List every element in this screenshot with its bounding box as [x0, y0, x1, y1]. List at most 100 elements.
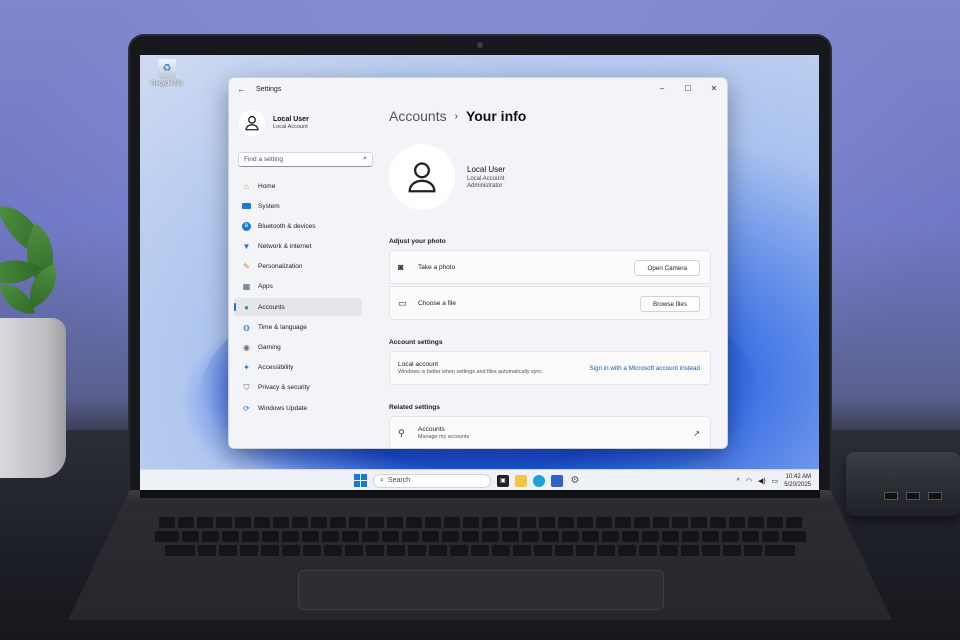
- bluetooth-icon: ʙ: [242, 221, 251, 231]
- take-photo-row: ◙ Take a photo Open Camera: [389, 250, 711, 284]
- sidebar-item-home[interactable]: ⌂ Home: [234, 177, 362, 195]
- sidebar-profile[interactable]: Local User Local Account: [229, 100, 371, 138]
- sidebar-item-accounts[interactable]: ● Accounts: [234, 298, 362, 317]
- usb-hub: [846, 452, 960, 516]
- start-button-icon[interactable]: [354, 474, 367, 487]
- settings-gear-icon[interactable]: ⚙: [569, 475, 581, 487]
- task-view-icon[interactable]: ▣: [497, 474, 509, 487]
- sidebar-item-privacy[interactable]: ⛉ Privacy & security: [234, 379, 362, 397]
- recycle-bin[interactable]: ♻ Recycle Bin: [146, 59, 188, 87]
- recycle-bin-label: Recycle Bin: [151, 81, 183, 87]
- minimize-button[interactable]: –: [649, 78, 675, 98]
- laptop-hinge: [140, 490, 820, 498]
- sidebar-item-apps[interactable]: ▦ Apps: [234, 278, 362, 296]
- sidebar-item-label: Network & internet: [258, 243, 312, 251]
- sidebar-item-system[interactable]: System: [234, 197, 362, 215]
- sidebar-user-name: Local User: [273, 116, 309, 123]
- search-icon: ⌕: [363, 155, 367, 162]
- adjust-photo-heading: Adjust your photo: [389, 238, 446, 245]
- back-arrow-icon[interactable]: ←: [237, 84, 246, 94]
- window-title: Settings: [256, 85, 282, 93]
- sidebar-item-bluetooth[interactable]: ʙ Bluetooth & devices: [234, 217, 362, 235]
- browse-files-button[interactable]: Browse files: [640, 296, 700, 312]
- sidebar-item-label: Apps: [258, 283, 273, 291]
- sidebar-item-label: Time & language: [258, 323, 307, 331]
- sidebar-item-label: Windows Update: [258, 404, 308, 412]
- brush-icon: ✎: [243, 262, 250, 272]
- sidebar-item-label: Home: [258, 182, 276, 190]
- volume-icon[interactable]: ◀): [758, 477, 766, 485]
- breadcrumb-parent[interactable]: Accounts: [389, 108, 447, 124]
- take-photo-label: Take a photo: [418, 263, 456, 271]
- taskbar-center: ⌕ Search ▣ ⚙: [354, 472, 581, 489]
- sidebar-item-label: Gaming: [258, 344, 281, 351]
- sidebar-item-accessibility[interactable]: ✦ Accessibility: [234, 359, 362, 377]
- settings-window: ← Settings – ☐ ✕ Local User Local Accoun…: [228, 77, 728, 449]
- plant-pot: [0, 318, 66, 478]
- page-title: Your info: [465, 108, 527, 124]
- choose-file-row: ▭ Choose a file Browse files: [389, 286, 711, 320]
- system-tray: ^ ◠ ◀) ▭ 10:42 AM 5/20/2025: [737, 473, 811, 489]
- wifi-tray-icon[interactable]: ◠: [746, 477, 752, 485]
- local-account-label: Local account: [398, 361, 439, 368]
- recycle-bin-icon: ♻: [158, 59, 176, 79]
- find-setting-input[interactable]: Find a setting ⌕: [238, 152, 373, 167]
- store-icon[interactable]: [551, 474, 563, 487]
- search-icon: ⌕: [380, 476, 384, 484]
- gamepad-icon: ◉: [243, 343, 250, 352]
- user-avatar-large-icon: [389, 144, 455, 210]
- find-setting-placeholder: Find a setting: [244, 156, 284, 163]
- person-icon: ⚲: [398, 427, 405, 438]
- account-icon: ●: [244, 302, 249, 312]
- taskbar-search[interactable]: ⌕ Search: [373, 473, 491, 488]
- user-avatar-icon: [239, 110, 265, 136]
- battery-icon[interactable]: ▭: [772, 477, 779, 485]
- keyboard: [130, 505, 830, 565]
- sidebar-user-type: Local Account: [273, 124, 308, 130]
- maximize-button[interactable]: ☐: [675, 78, 701, 98]
- sidebar-item-network[interactable]: ▼ Network & internet: [234, 238, 362, 256]
- clock-date: 5/20/2025: [784, 482, 811, 488]
- edge-browser-icon[interactable]: [533, 474, 545, 487]
- webcam: [477, 42, 483, 48]
- taskbar-search-label: Search: [387, 477, 411, 484]
- microsoft-signin-link[interactable]: Sign in with a Microsoft account instead: [589, 365, 700, 372]
- local-account-description: Windows is better when settings and file…: [398, 369, 543, 375]
- sidebar-item-label: Privacy & security: [258, 384, 310, 392]
- window-controls: – ☐ ✕: [649, 78, 727, 98]
- camera-icon: ◙: [398, 262, 404, 272]
- apps-icon: ▦: [242, 282, 251, 292]
- related-accounts-label: Accounts: [418, 426, 445, 433]
- chevron-up-icon[interactable]: ^: [737, 478, 740, 485]
- sidebar-item-gaming[interactable]: ◉ Gaming: [234, 339, 362, 357]
- account-settings-heading: Account settings: [389, 339, 443, 346]
- sidebar-item-label: System: [258, 202, 280, 210]
- local-account-row: Local account Windows is better when set…: [389, 351, 711, 385]
- shield-icon: ⛉: [243, 382, 250, 392]
- sidebar-item-time-language[interactable]: ◍ Time & language: [234, 318, 362, 336]
- clock-time: 10:42 AM: [785, 474, 811, 480]
- globe-icon: ◍: [243, 322, 250, 332]
- desktop-screen: ♻ Recycle Bin ← Settings – ☐ ✕ Local Use…: [140, 55, 819, 490]
- trackpad[interactable]: [298, 570, 664, 610]
- sidebar-nav: ⌂ Home System ʙ Bluetooth & devices ▼ Netwo…: [229, 177, 371, 417]
- folder-icon: ▭: [398, 297, 407, 308]
- wifi-icon: ▼: [242, 242, 251, 252]
- related-accounts-row[interactable]: ⚲ Accounts Manage my accounts ↗: [389, 416, 711, 448]
- taskbar: ⌕ Search ▣ ⚙ ^ ◠ ◀) ▭ 10:42 AM 5/20/2025: [140, 469, 819, 490]
- home-icon: ⌂: [244, 181, 249, 191]
- accessibility-icon: ✦: [243, 363, 250, 373]
- sidebar-item-personalization[interactable]: ✎ Personalization: [234, 258, 362, 276]
- file-explorer-icon[interactable]: [515, 474, 527, 487]
- user-account-type: Local Account: [467, 176, 505, 182]
- sidebar-item-windows-update[interactable]: ⟳ Windows Update: [234, 399, 362, 417]
- related-settings-heading: Related settings: [389, 404, 440, 411]
- sidebar-item-label: Bluetooth & devices: [258, 222, 316, 230]
- sidebar: Local User Local Account Find a setting …: [229, 100, 373, 448]
- related-accounts-description: Manage my accounts: [418, 434, 470, 440]
- close-button[interactable]: ✕: [701, 78, 727, 98]
- open-camera-button[interactable]: Open Camera: [634, 260, 700, 276]
- clock[interactable]: 10:42 AM 5/20/2025: [784, 473, 811, 489]
- user-role: Administrator: [467, 183, 503, 189]
- sidebar-item-label: Accounts: [258, 303, 285, 311]
